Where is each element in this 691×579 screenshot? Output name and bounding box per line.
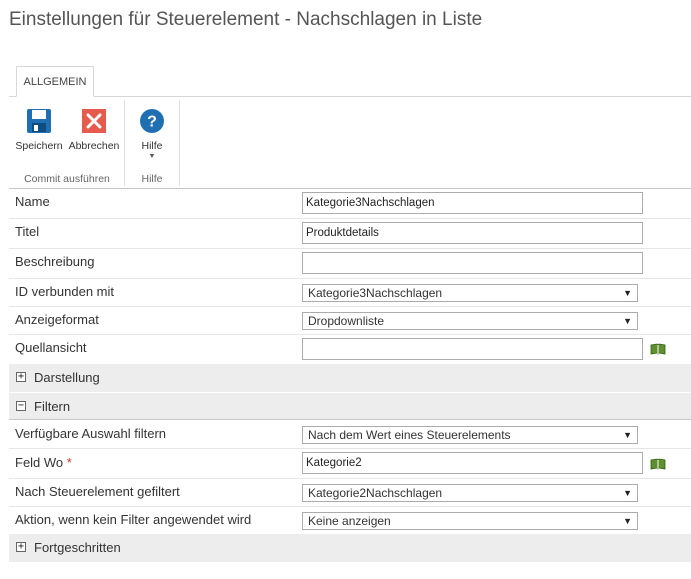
titel-input[interactable]: Produktdetails xyxy=(302,222,643,244)
aktion-dropdown[interactable]: Keine anzeigen ▼ xyxy=(302,512,638,530)
required-marker: * xyxy=(66,455,72,470)
close-icon xyxy=(82,109,106,133)
group-label-help: Hilfe xyxy=(141,173,163,185)
form-row-anzeige: Anzeigeformat Dropdownliste ▼ xyxy=(9,307,691,335)
tab-allgemein[interactable]: ALLGEMEIN xyxy=(16,66,94,97)
quelle-label: Quellansicht xyxy=(15,340,87,355)
plus-box-icon[interactable]: + xyxy=(16,372,26,382)
book-icon[interactable] xyxy=(650,458,666,470)
form-row-titel: Titel Produktdetails xyxy=(9,219,691,249)
id-dropdown-value: Kategorie3Nachschlagen xyxy=(308,286,443,300)
dropdown-arrow-icon: ▼ xyxy=(623,516,632,526)
auswahl-dropdown[interactable]: Nach dem Wert eines Steuerelements ▼ xyxy=(302,426,638,444)
form-row-beschreibung: Beschreibung xyxy=(9,249,691,279)
section-darstellung[interactable]: + Darstellung xyxy=(9,364,691,392)
auswahl-label: Verfügbare Auswahl filtern xyxy=(15,426,167,441)
dropdown-arrow-icon: ▼ xyxy=(623,316,632,326)
aktion-dropdown-value: Keine anzeigen xyxy=(308,514,391,528)
anzeige-dropdown[interactable]: Dropdownliste ▼ xyxy=(302,312,638,330)
ribbon-group-separator xyxy=(124,100,125,186)
name-label: Name xyxy=(15,194,50,209)
save-label: Speichern xyxy=(15,140,63,152)
page-title: Einstellungen für Steuerelement - Nachsc… xyxy=(9,9,483,30)
feld-label-text: Feld Wo xyxy=(15,455,64,470)
group-label-commit: Commit ausführen xyxy=(24,173,110,185)
form-row-id: ID verbunden mit Kategorie3Nachschlagen … xyxy=(9,279,691,307)
chevron-down-icon: ▼ xyxy=(148,153,156,160)
ribbon-divider xyxy=(9,96,691,97)
gefiltert-dropdown-value: Kategorie2Nachschlagen xyxy=(308,486,443,500)
section-filtern[interactable]: − Filtern xyxy=(9,393,691,420)
section-filtern-label: Filtern xyxy=(34,399,71,414)
plus-box-icon[interactable]: + xyxy=(16,542,26,552)
svg-text:?: ? xyxy=(147,114,157,131)
help-button[interactable]: ? Hilfe ▼ xyxy=(136,108,168,160)
name-input[interactable]: Kategorie3Nachschlagen xyxy=(302,192,643,214)
gefiltert-dropdown[interactable]: Kategorie2Nachschlagen ▼ xyxy=(302,484,638,502)
cancel-button[interactable]: Abbrechen xyxy=(68,108,120,152)
id-label: ID verbunden mit xyxy=(15,284,114,299)
help-label: Hilfe xyxy=(141,140,163,152)
form-row-feld: Feld Wo * Kategorie2 xyxy=(9,449,691,479)
aktion-label: Aktion, wenn kein Filter angewendet wird xyxy=(15,512,252,527)
form-row-auswahl: Verfügbare Auswahl filtern Nach dem Wert… xyxy=(9,421,691,449)
auswahl-dropdown-value: Nach dem Wert eines Steuerelements xyxy=(308,428,511,442)
beschreibung-label: Beschreibung xyxy=(15,254,95,269)
help-icon: ? xyxy=(140,109,164,133)
minus-box-icon[interactable]: − xyxy=(16,401,26,411)
form-row-aktion: Aktion, wenn kein Filter angewendet wird… xyxy=(9,507,691,534)
anzeige-dropdown-value: Dropdownliste xyxy=(308,314,385,328)
section-fortgeschritten[interactable]: + Fortgeschritten xyxy=(9,534,691,562)
section-fortgeschritten-label: Fortgeschritten xyxy=(34,540,121,555)
dropdown-arrow-icon: ▼ xyxy=(623,488,632,498)
form-row-quelle: Quellansicht xyxy=(9,335,691,364)
form-row-name: Name Kategorie3Nachschlagen xyxy=(9,189,691,219)
save-button[interactable]: Speichern xyxy=(15,108,63,152)
id-dropdown[interactable]: Kategorie3Nachschlagen ▼ xyxy=(302,284,638,302)
gefiltert-label: Nach Steuerelement gefiltert xyxy=(15,484,180,499)
titel-label: Titel xyxy=(15,224,40,239)
book-icon[interactable] xyxy=(650,343,666,355)
anzeige-label: Anzeigeformat xyxy=(15,312,99,327)
section-darstellung-label: Darstellung xyxy=(34,370,100,385)
feld-label: Feld Wo * xyxy=(15,455,72,470)
ribbon-group-separator xyxy=(179,100,180,186)
dropdown-arrow-icon: ▼ xyxy=(623,430,632,440)
floppy-disk-icon xyxy=(27,109,51,133)
cancel-label: Abbrechen xyxy=(68,140,120,152)
feld-input[interactable]: Kategorie2 xyxy=(302,452,643,474)
beschreibung-input[interactable] xyxy=(302,252,643,274)
form-row-gefiltert: Nach Steuerelement gefiltert Kategorie2N… xyxy=(9,479,691,507)
dropdown-arrow-icon: ▼ xyxy=(623,288,632,298)
quelle-input[interactable] xyxy=(302,338,643,360)
